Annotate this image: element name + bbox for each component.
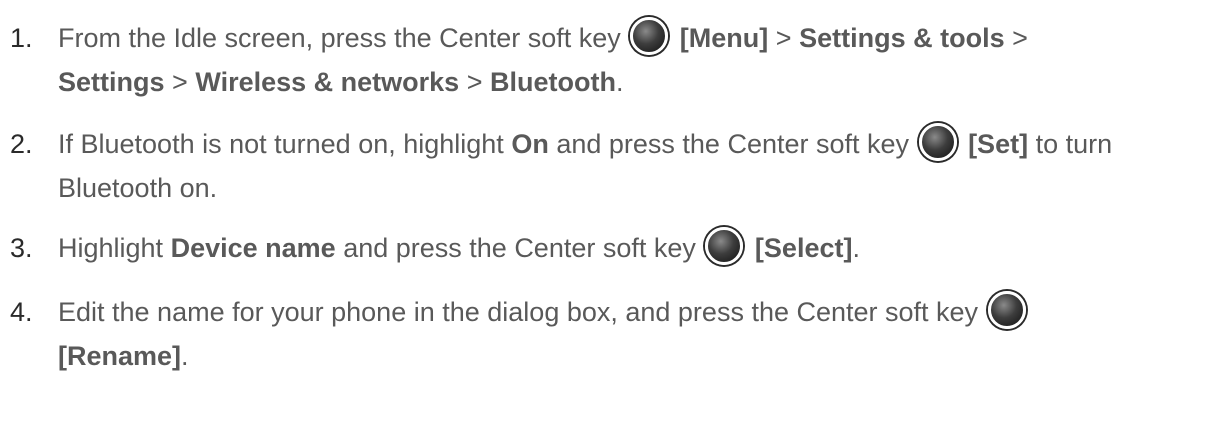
path-separator: > (466, 67, 483, 97)
step-text: Edit the name for your phone in the dial… (58, 290, 1205, 378)
set-key-label: [Set] (968, 129, 1029, 159)
step-number: 3. (10, 233, 33, 263)
step-text: If Bluetooth is not turned on, highlight… (58, 122, 1205, 210)
menu-path-item: Bluetooth (490, 67, 616, 97)
center-soft-key-icon (987, 291, 1026, 329)
step-number: 2. (10, 129, 33, 159)
step-line: From the Idle screen, press the Center s… (58, 16, 1205, 60)
step-number: 1. (10, 23, 33, 53)
center-soft-key-icon (918, 123, 957, 161)
step-text: Highlight Device name and press the Cent… (58, 226, 1205, 270)
step-text-run: and press the Center soft key (343, 233, 696, 263)
step-text-run: . (852, 233, 860, 263)
step-line: Bluetooth on. (58, 166, 1205, 210)
step-line: If Bluetooth is not turned on, highlight… (58, 122, 1205, 166)
step-text: From the Idle screen, press the Center s… (58, 16, 1205, 104)
step-4: 4. Edit the name for your phone in the d… (10, 290, 1205, 378)
step-1: 1. From the Idle screen, press the Cente… (10, 16, 1205, 104)
step-text-run: . (181, 341, 189, 371)
step-text-run: . (615, 67, 624, 97)
step-line: Highlight Device name and press the Cent… (58, 226, 1205, 270)
select-key-label: [Select] (754, 233, 853, 263)
step-line: [Rename]. (58, 334, 1205, 378)
step-text-run: Edit the name for your phone in the dial… (58, 297, 979, 327)
menu-key-label: [Menu] (679, 23, 769, 53)
step-text-run: to turn (1035, 129, 1113, 159)
path-separator: > (775, 23, 792, 53)
step-3: 3. Highlight Device name and press the C… (10, 226, 1205, 270)
rename-key-label: [Rename] (58, 341, 182, 371)
instruction-steps: 1. From the Idle screen, press the Cente… (0, 0, 1215, 423)
step-number: 4. (10, 297, 33, 327)
path-separator: > (172, 67, 188, 97)
step-line: Settings > Wireless & networks > Bluetoo… (58, 60, 1205, 104)
option-label: On (511, 129, 549, 159)
path-separator: > (1012, 23, 1028, 53)
step-2: 2. If Bluetooth is not turned on, highli… (10, 122, 1205, 210)
menu-path-item: Settings & tools (799, 23, 1005, 53)
center-soft-key-icon (705, 227, 744, 265)
menu-path-item: Wireless & networks (195, 67, 460, 97)
option-label: Device name (170, 233, 336, 263)
step-line: Edit the name for your phone in the dial… (58, 290, 1205, 334)
step-text-run: Bluetooth on. (58, 173, 218, 203)
center-soft-key-icon (630, 17, 669, 55)
step-text-run: From the Idle screen, press the Center s… (58, 23, 621, 53)
step-text-run: If Bluetooth is not turned on, highlight (58, 129, 504, 159)
menu-path-item: Settings (58, 67, 165, 97)
step-text-run: Highlight (58, 233, 164, 263)
step-text-run: and press the Center soft key (556, 129, 910, 159)
